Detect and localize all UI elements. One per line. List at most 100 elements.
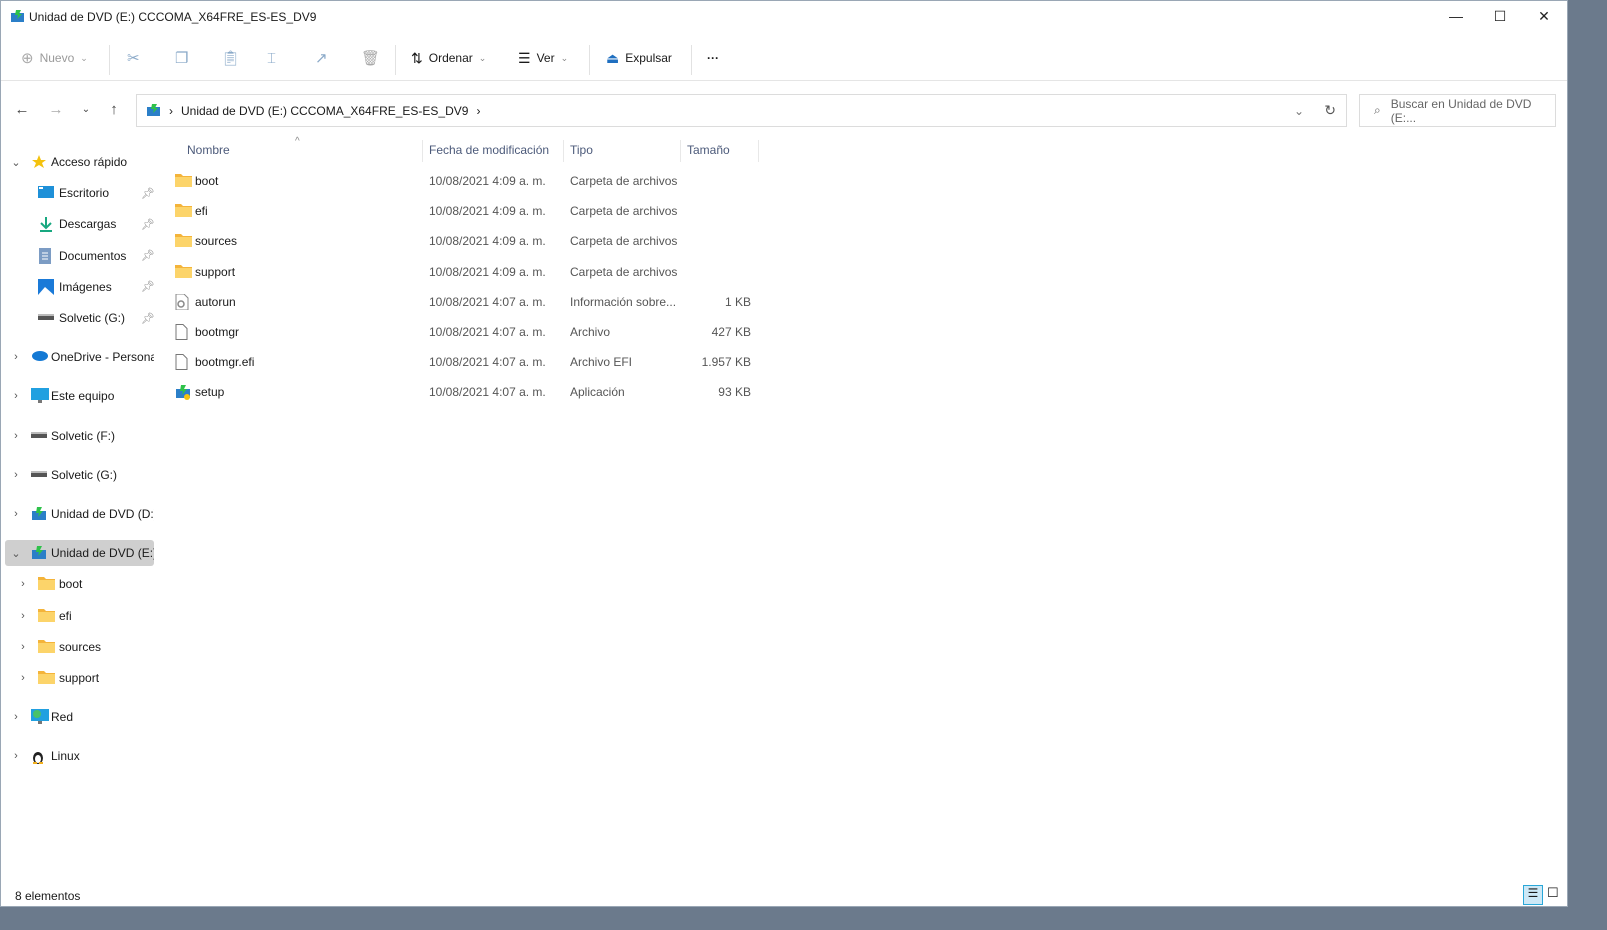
- cut-button[interactable]: ✂: [127, 39, 140, 77]
- cloud-icon: [31, 349, 48, 363]
- chevron-right-icon[interactable]: ›: [17, 641, 29, 653]
- chevron-right-icon[interactable]: ›: [10, 711, 22, 723]
- sidebar-item[interactable]: › OneDrive - Personal: [5, 344, 154, 370]
- dvd-icon: [147, 103, 161, 119]
- view-button[interactable]: ☰ Ver ⌄: [518, 39, 568, 77]
- file-type: Información sobre...: [570, 294, 677, 309]
- file-name: setup: [195, 385, 225, 400]
- sidebar-item[interactable]: › sources: [5, 634, 154, 660]
- file-row[interactable]: bootmgr.efi 10/08/2021 4:07 a. m. Archiv…: [171, 347, 761, 377]
- copy-icon: ❐: [175, 50, 189, 67]
- pin-icon[interactable]: 📌︎: [141, 249, 154, 262]
- pin-icon[interactable]: 📌︎: [141, 312, 154, 325]
- file-row[interactable]: setup 10/08/2021 4:07 a. m. Aplicación 9…: [171, 377, 761, 407]
- file-date: 10/08/2021 4:09 a. m.: [429, 204, 546, 219]
- sidebar-item-label: Imágenes: [59, 279, 112, 294]
- search-input[interactable]: ⌕ Buscar en Unidad de DVD (E:...: [1359, 94, 1556, 127]
- chevron-right-icon[interactable]: ›: [10, 750, 22, 762]
- chevron-right-icon[interactable]: ›: [17, 610, 29, 622]
- more-options-button[interactable]: ···: [707, 39, 719, 77]
- sidebar-item[interactable]: Solvetic (G:) 📌︎: [5, 305, 154, 331]
- dvd-icon: [31, 545, 47, 560]
- status-item-count: 8 elementos: [15, 889, 81, 903]
- delete-button[interactable]: 🗑︎: [361, 39, 380, 77]
- sidebar-item-label: Unidad de DVD (D:): [51, 507, 154, 521]
- file-row[interactable]: support 10/08/2021 4:09 a. m. Carpeta de…: [171, 257, 761, 287]
- sidebar-item[interactable]: Imágenes 📌︎: [5, 274, 154, 300]
- file-row[interactable]: boot 10/08/2021 4:09 a. m. Carpeta de ar…: [171, 166, 761, 196]
- chevron-right-icon[interactable]: ›: [17, 578, 29, 590]
- file-type: Archivo EFI: [570, 355, 633, 370]
- file-row[interactable]: sources 10/08/2021 4:09 a. m. Carpeta de…: [171, 226, 761, 256]
- forward-arrow-icon[interactable]: →: [44, 97, 68, 121]
- file-row[interactable]: autorun 10/08/2021 4:07 a. m. Informació…: [171, 287, 761, 317]
- sidebar-item[interactable]: Descargas 📌︎: [5, 211, 154, 237]
- file-date: 10/08/2021 4:07 a. m.: [429, 385, 546, 400]
- folder-icon: [175, 233, 192, 250]
- file-type: Carpeta de archivos: [570, 264, 678, 279]
- sidebar-item[interactable]: ⌄ Acceso rápido: [5, 149, 154, 175]
- file-row[interactable]: bootmgr 10/08/2021 4:07 a. m. Archivo 42…: [171, 317, 761, 347]
- chevron-right-icon[interactable]: ›: [10, 508, 22, 520]
- sidebar-item[interactable]: Documentos 📌︎: [5, 243, 154, 269]
- chevron-down-icon[interactable]: ⌄: [10, 156, 22, 169]
- sidebar-item[interactable]: Escritorio 📌︎: [5, 180, 154, 206]
- sidebar-item[interactable]: › efi: [5, 603, 154, 629]
- pin-icon[interactable]: 📌︎: [141, 280, 154, 293]
- address-dropdown-icon[interactable]: ⌄: [1294, 104, 1304, 118]
- sidebar-item[interactable]: › Red: [5, 704, 154, 730]
- file-row[interactable]: efi 10/08/2021 4:09 a. m. Carpeta de arc…: [171, 196, 761, 226]
- plus-circle-icon: ⊕: [21, 50, 34, 67]
- sort-label: Ordenar: [428, 51, 473, 65]
- close-button[interactable]: ✕: [1521, 1, 1567, 31]
- sidebar-item[interactable]: › Solvetic (F:): [5, 423, 154, 449]
- breadcrumb-chevron-icon[interactable]: ›: [476, 104, 480, 118]
- breadcrumb-item[interactable]: Unidad de DVD (E:) CCCOMA_X64FRE_ES-ES_D…: [181, 104, 468, 118]
- sidebar-item[interactable]: › Solvetic (G:): [5, 462, 154, 488]
- chevron-right-icon[interactable]: ›: [10, 430, 22, 442]
- pin-icon[interactable]: 📌︎: [141, 187, 154, 200]
- share-button[interactable]: ↗: [315, 39, 328, 77]
- chevron-right-icon[interactable]: ›: [17, 672, 29, 684]
- new-button[interactable]: ⊕ Nuevo ⌄: [21, 39, 88, 77]
- sidebar-item[interactable]: › Linux: [5, 743, 154, 769]
- dvd-icon: [11, 9, 25, 25]
- sidebar-item[interactable]: ⌄ Unidad de DVD (E:) CCCOMA: [5, 540, 154, 567]
- maximize-button[interactable]: ☐: [1477, 1, 1523, 31]
- eject-button[interactable]: ⏏ Expulsar: [606, 39, 672, 77]
- chevron-right-icon[interactable]: ›: [10, 351, 22, 363]
- pin-icon[interactable]: 📌︎: [141, 218, 154, 231]
- back-arrow-icon[interactable]: ←: [10, 97, 34, 121]
- chevron-down-icon[interactable]: ⌄: [10, 547, 22, 560]
- rename-button[interactable]: ⌶: [267, 39, 276, 77]
- details-view-button[interactable]: ☰: [1523, 885, 1543, 905]
- sidebar-item[interactable]: › Unidad de DVD (D:): [5, 501, 154, 527]
- sidebar-item[interactable]: › Este equipo: [5, 383, 154, 409]
- address-bar[interactable]: › Unidad de DVD (E:) CCCOMA_X64FRE_ES-ES…: [136, 94, 1347, 127]
- large-icons-view-button[interactable]: ☐: [1547, 885, 1559, 901]
- sort-button[interactable]: ⇅ Ordenar ⌄: [411, 39, 486, 77]
- sidebar-item[interactable]: › boot: [5, 571, 154, 597]
- column-header-type[interactable]: Tipo: [564, 140, 681, 162]
- file-icon: [175, 354, 188, 373]
- computer-icon: [31, 388, 49, 404]
- paste-button[interactable]: 📋︎: [221, 39, 240, 77]
- refresh-icon[interactable]: ↻: [1324, 102, 1336, 119]
- chevron-right-icon[interactable]: ›: [10, 390, 22, 402]
- file-type: Aplicación: [570, 385, 625, 400]
- up-arrow-icon[interactable]: ↑: [102, 97, 126, 121]
- chevron-right-icon[interactable]: ›: [10, 469, 22, 481]
- copy-button[interactable]: ❐: [175, 39, 188, 77]
- file-size: 427 KB: [711, 325, 751, 339]
- chevron-down-icon: ⌄: [80, 52, 88, 63]
- column-header-date[interactable]: Fecha de modificación: [423, 140, 564, 162]
- recent-chevron-icon[interactable]: ⌄: [74, 97, 98, 121]
- column-header-size[interactable]: Tamaño: [681, 140, 759, 162]
- eject-icon: ⏏: [606, 49, 620, 66]
- sidebar-item-label: support: [59, 671, 100, 685]
- column-header-name[interactable]: Nombre ^: [181, 136, 423, 162]
- folder-icon: [175, 173, 192, 190]
- divider: [691, 45, 692, 75]
- sidebar-item[interactable]: › support: [5, 665, 154, 691]
- minimize-button[interactable]: —: [1433, 1, 1479, 31]
